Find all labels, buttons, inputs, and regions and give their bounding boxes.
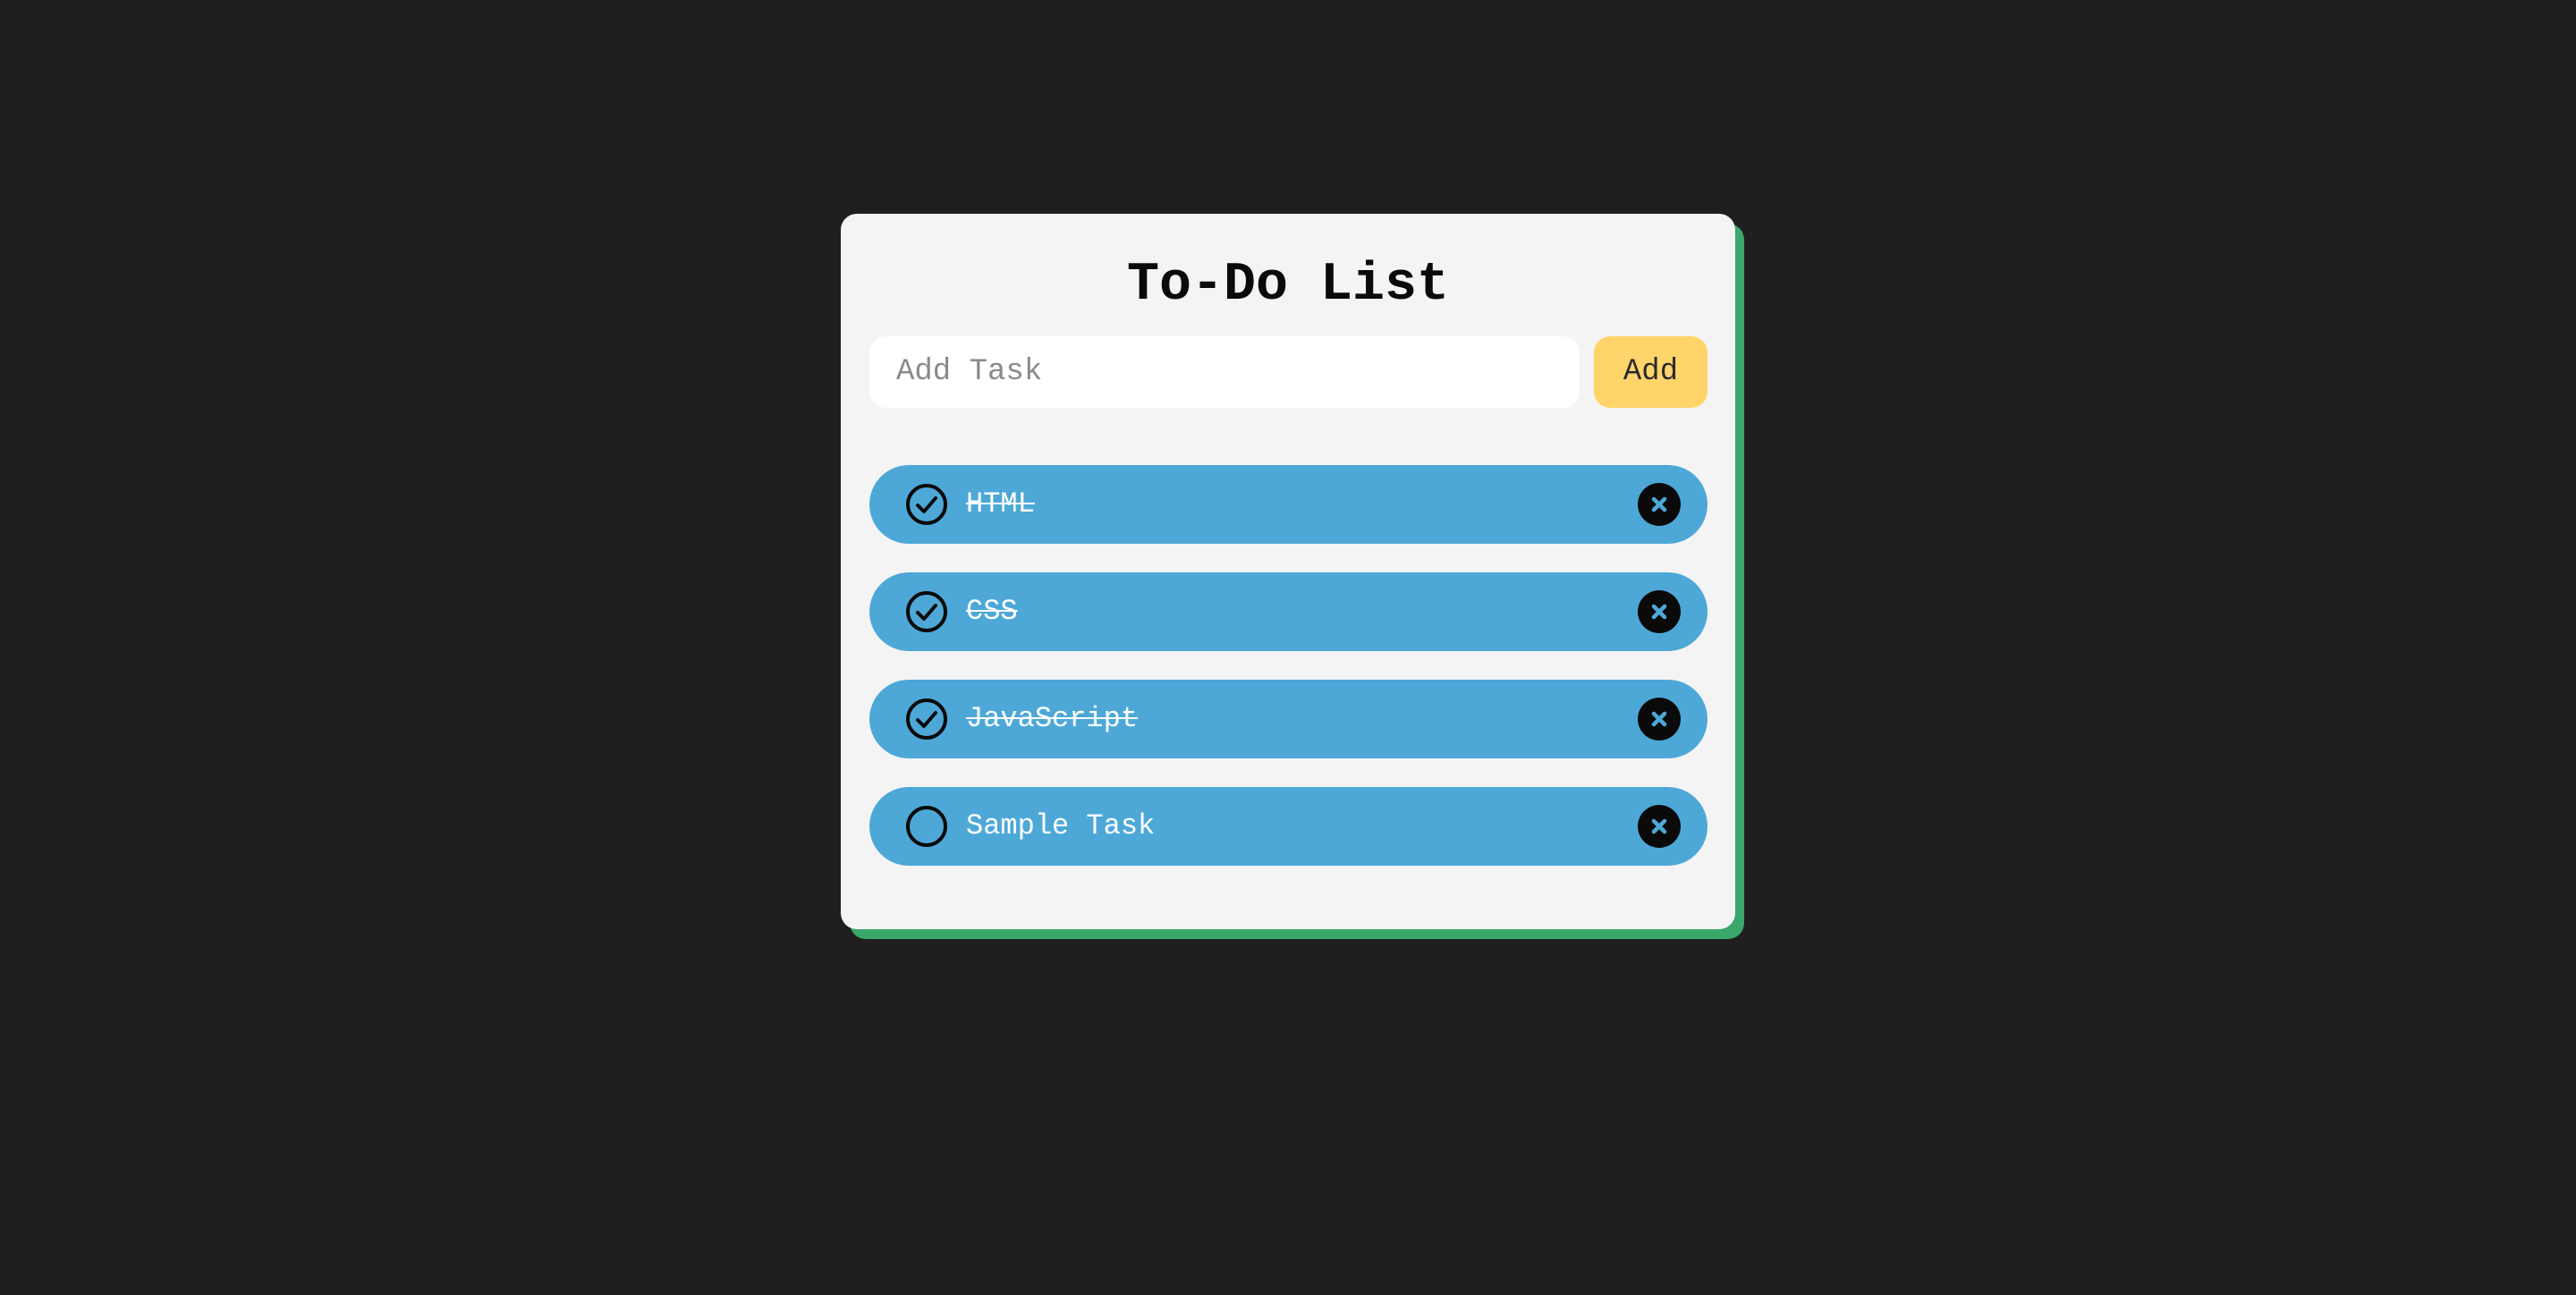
- delete-task-icon[interactable]: [1638, 483, 1681, 526]
- task-label: HTML: [966, 487, 1035, 521]
- task-item[interactable]: HTML: [869, 465, 1707, 544]
- task-item[interactable]: JavaScript: [869, 680, 1707, 758]
- add-task-button[interactable]: Add: [1594, 336, 1707, 408]
- task-label: CSS: [966, 595, 1018, 628]
- task-label: JavaScript: [966, 702, 1139, 735]
- task-list: HTML CSS JavaScript Sample Task: [869, 465, 1707, 894]
- task-label: Sample Task: [966, 809, 1156, 842]
- delete-task-icon[interactable]: [1638, 590, 1681, 633]
- app-stage: To-Do List Add HTML: [0, 0, 2576, 1295]
- todo-card: To-Do List Add HTML: [841, 214, 1735, 929]
- delete-task-icon[interactable]: [1638, 698, 1681, 741]
- task-item[interactable]: Sample Task: [869, 787, 1707, 866]
- add-task-input[interactable]: [869, 336, 1580, 408]
- delete-task-icon[interactable]: [1638, 805, 1681, 848]
- task-item[interactable]: CSS: [869, 572, 1707, 651]
- circle-icon[interactable]: [905, 805, 948, 848]
- circle-check-icon[interactable]: [905, 483, 948, 526]
- circle-check-icon[interactable]: [905, 698, 948, 741]
- page-title: To-Do List: [1126, 255, 1450, 316]
- circle-check-icon[interactable]: [905, 590, 948, 633]
